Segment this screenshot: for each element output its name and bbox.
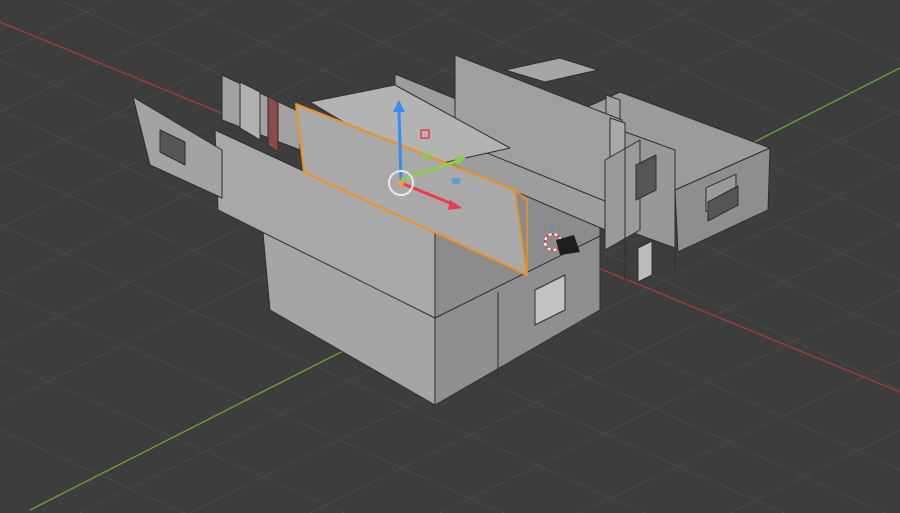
z-axis-handle[interactable]: [397, 109, 403, 181]
3d-viewport[interactable]: [0, 0, 900, 513]
object-origin-icon: [398, 180, 404, 186]
viewport-canvas[interactable]: [0, 0, 900, 513]
xz-plane-handle[interactable]: [423, 152, 431, 160]
xy-plane-handle[interactable]: [452, 178, 460, 184]
